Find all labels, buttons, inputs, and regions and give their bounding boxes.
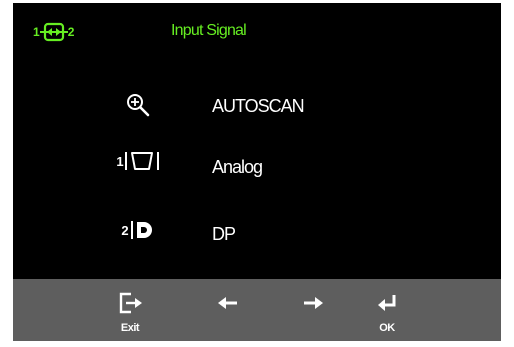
ok-button[interactable]: OK xyxy=(357,279,417,341)
magnifier-icon xyxy=(103,85,173,125)
menu-item-label: AUTOSCAN xyxy=(212,96,305,116)
input-number: 1 xyxy=(116,153,124,169)
enter-icon xyxy=(357,291,417,315)
control-bar: Exit OK xyxy=(13,279,501,341)
right-arrow-button[interactable] xyxy=(283,279,343,341)
vga-connector-icon xyxy=(124,152,159,170)
left-arrow-button[interactable] xyxy=(198,279,258,341)
analog-port-icon: 1 xyxy=(103,141,173,181)
osd-window: 1 2 Input Signal AUTOSCAN 1 Analog 2 DP … xyxy=(13,3,501,341)
exit-label: Exit xyxy=(120,322,140,334)
menu-item-label: DP xyxy=(212,224,236,244)
input-source-icon: 1 2 xyxy=(33,21,74,43)
menu-item-autoscan[interactable]: AUTOSCAN xyxy=(103,85,383,125)
menu-item-dp[interactable]: 2 DP xyxy=(103,210,383,250)
exit-button[interactable]: Exit xyxy=(100,279,160,341)
displayport-icon: 2 xyxy=(103,210,173,250)
input-swap-icon xyxy=(39,22,68,42)
menu-item-label: Analog xyxy=(212,157,263,177)
exit-icon xyxy=(100,291,160,315)
arrow-right-icon xyxy=(283,291,343,315)
arrow-left-icon xyxy=(198,291,258,315)
menu-item-analog[interactable]: 1 Analog xyxy=(103,141,383,181)
osd-header: 1 2 Input Signal xyxy=(13,3,501,59)
input-source-right-number: 2 xyxy=(67,25,75,39)
input-number: 2 xyxy=(121,222,129,238)
input-source-left-number: 1 xyxy=(33,25,40,39)
page-title: Input Signal xyxy=(171,22,247,39)
dp-connector-icon xyxy=(130,221,152,239)
ok-label: OK xyxy=(379,322,395,334)
